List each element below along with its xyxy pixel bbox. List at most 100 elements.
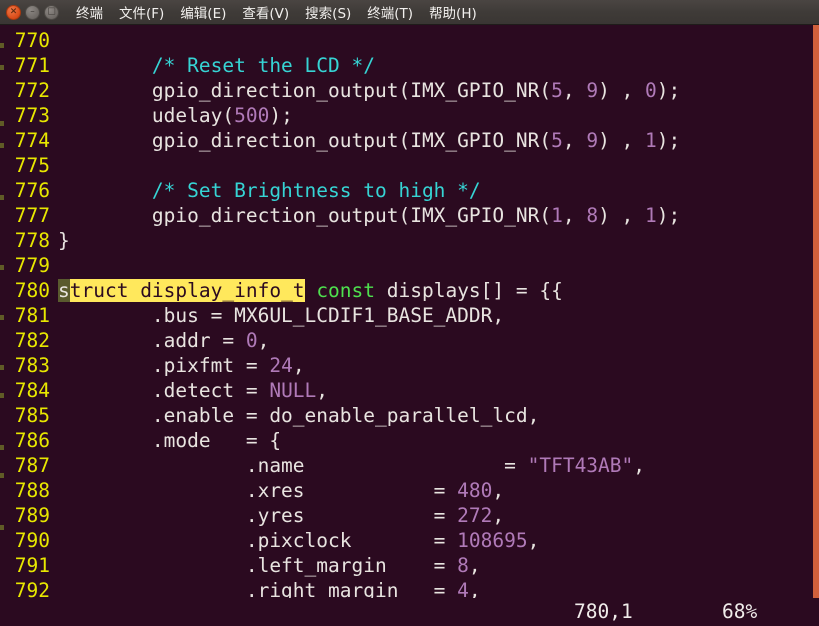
search-match-highlight: truct display_info_t xyxy=(69,279,305,302)
editor-line: 785 .enable = do_enable_parallel_lcd, xyxy=(0,403,819,428)
code-token-norm: ) , xyxy=(598,79,646,102)
maximize-button[interactable]: □ xyxy=(44,4,59,20)
code-token-norm xyxy=(58,54,152,77)
code-token-cmt: /* Set Brightness to high */ xyxy=(151,179,481,202)
editor-line: 771 /* Reset the LCD */ xyxy=(0,53,819,78)
code-token-norm: , xyxy=(492,504,505,527)
code-token-norm: .xres = xyxy=(58,479,458,502)
editor-text-area[interactable]: 770 771 /* Reset the LCD */772 gpio_direc… xyxy=(0,25,819,626)
code-token-str: "TFT43AB" xyxy=(527,454,634,477)
code-token-num: 1 xyxy=(645,129,657,152)
code-token-norm xyxy=(58,179,152,202)
code-token-norm: , xyxy=(257,329,270,352)
editor-line: 786 .mode = { xyxy=(0,428,819,453)
editor-line: 784 .detect = NULL, xyxy=(0,378,819,403)
close-button[interactable]: × xyxy=(6,4,21,20)
code-token-norm: , xyxy=(562,129,587,152)
line-content: .mode = { xyxy=(58,428,281,453)
line-number: 790 xyxy=(14,529,50,552)
editor-line: 775 xyxy=(0,153,819,178)
line-number: 773 xyxy=(14,104,50,127)
line-content: .bus = MX6UL_LCDIF1_BASE_ADDR, xyxy=(58,303,504,328)
editor-line: 788 .xres = 480, xyxy=(0,478,819,503)
text-cursor: s xyxy=(58,279,70,302)
code-token-num: NULL xyxy=(269,379,317,402)
code-token-norm: , xyxy=(292,354,305,377)
code-token-num: 9 xyxy=(586,129,599,152)
editor-line: 791 .left_margin = 8, xyxy=(0,553,819,578)
code-token-norm: , xyxy=(316,379,329,402)
code-token-num: 0 xyxy=(245,329,258,352)
code-token-norm: displays[] = {{ xyxy=(375,279,563,302)
code-token-norm: ); xyxy=(269,104,293,127)
editor-line: 774 gpio_direction_output(IMX_GPIO_NR(5,… xyxy=(0,128,819,153)
cursor-position: 780,1 xyxy=(574,600,633,623)
line-number: 778 xyxy=(14,229,50,252)
line-content: .name = "TFT43AB", xyxy=(58,453,645,478)
line-number: 781 xyxy=(14,304,50,327)
code-token-norm: .yres = xyxy=(58,504,458,527)
menu-terminal-label[interactable]: 终端 xyxy=(73,1,106,23)
line-content: .enable = do_enable_parallel_lcd, xyxy=(58,403,539,428)
minimize-icon: – xyxy=(30,6,35,16)
code-token-norm: .left_margin = xyxy=(58,554,458,577)
editor-line: 781 .bus = MX6UL_LCDIF1_BASE_ADDR, xyxy=(0,303,819,328)
code-token-num: 9 xyxy=(586,79,599,102)
editor-line: 779 xyxy=(0,253,819,278)
editor-line: 789 .yres = 272, xyxy=(0,503,819,528)
line-number: 784 xyxy=(14,379,50,402)
menu-help[interactable]: 帮助(H) xyxy=(426,1,480,23)
code-token-norm: gpio_direction_output(IMX_GPIO_NR( xyxy=(58,129,552,152)
code-token-norm: .name = xyxy=(58,454,528,477)
code-token-num: 5 xyxy=(551,79,563,102)
line-content: .yres = 272, xyxy=(58,503,504,528)
line-content: .pixfmt = 24, xyxy=(58,353,305,378)
code-token-num: 272 xyxy=(457,504,493,527)
line-content: udelay(500); xyxy=(58,103,293,128)
code-token-norm: .pixfmt = xyxy=(58,354,270,377)
minimize-button[interactable]: – xyxy=(25,4,40,20)
code-token-norm: .addr = xyxy=(58,329,246,352)
terminal-window: × – □ 终端 文件(F) 编辑(E) 查看(V) 搜索(S) 终端(T) 帮… xyxy=(0,0,819,626)
menu-view[interactable]: 查看(V) xyxy=(239,1,292,23)
line-number: 771 xyxy=(14,54,50,77)
editor-line: 787 .name = "TFT43AB", xyxy=(0,453,819,478)
vim-statusline: 780,1 68% xyxy=(0,598,819,626)
line-number: 780 xyxy=(14,279,50,302)
window-titlebar: × – □ 终端 文件(F) 编辑(E) 查看(V) 搜索(S) 终端(T) 帮… xyxy=(0,0,819,25)
terminal-viewport[interactable]: 770 771 /* Reset the LCD */772 gpio_direc… xyxy=(0,25,819,626)
line-number: 786 xyxy=(14,429,50,452)
code-token-norm: ) , xyxy=(598,129,646,152)
code-token-norm: .detect = xyxy=(58,379,270,402)
code-token-norm: .enable = do_enable_parallel_lcd, xyxy=(58,404,540,427)
line-number: 777 xyxy=(14,204,50,227)
code-token-num: 8 xyxy=(457,554,469,577)
code-token-kw: const xyxy=(316,279,376,302)
code-token-num: 0 xyxy=(645,79,657,102)
line-content: .pixclock = 108695, xyxy=(58,528,540,553)
menu-file[interactable]: 文件(F) xyxy=(116,1,167,23)
menu-search[interactable]: 搜索(S) xyxy=(302,1,354,23)
code-token-num: 500 xyxy=(234,104,270,127)
window-right-border xyxy=(813,25,819,626)
line-number: 789 xyxy=(14,504,50,527)
menubar: 终端 文件(F) 编辑(E) 查看(V) 搜索(S) 终端(T) 帮助(H) xyxy=(73,1,480,23)
line-content: struct display_info_t const displays[] =… xyxy=(58,278,563,303)
code-token-norm: gpio_direction_output(IMX_GPIO_NR( xyxy=(58,79,552,102)
scroll-percentage: 68% xyxy=(722,600,758,623)
line-number: 776 xyxy=(14,179,50,202)
menu-terminal[interactable]: 终端(T) xyxy=(364,1,416,23)
line-number: 788 xyxy=(14,479,50,502)
code-token-norm: gpio_direction_output(IMX_GPIO_NR( xyxy=(58,204,552,227)
code-token-num: 8 xyxy=(586,204,599,227)
menu-edit[interactable]: 编辑(E) xyxy=(177,1,229,23)
code-token-num: 24 xyxy=(269,354,293,377)
line-content: /* Reset the LCD */ xyxy=(58,53,375,78)
line-number: 791 xyxy=(14,554,50,577)
editor-line: 778} xyxy=(0,228,819,253)
line-number: 787 xyxy=(14,454,50,477)
code-token-num: 108695 xyxy=(457,529,528,552)
editor-line: 770 xyxy=(0,28,819,53)
code-token-norm: ); xyxy=(656,129,681,152)
code-token-norm: } xyxy=(58,229,70,252)
